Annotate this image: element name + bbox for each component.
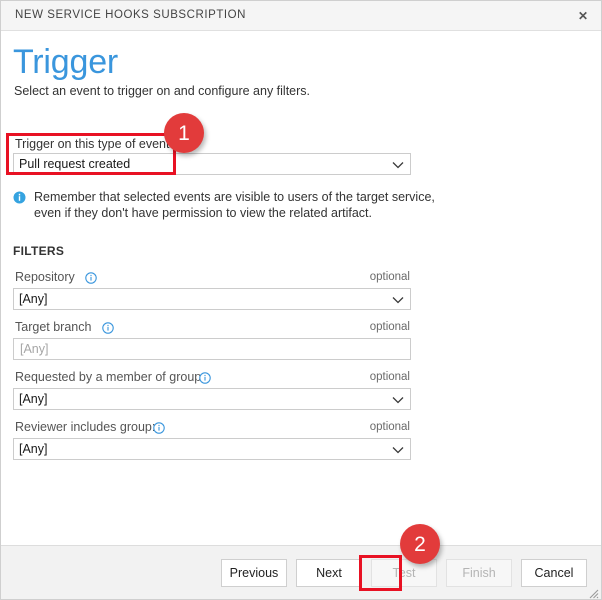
- dialog-footer: Previous Next Test Finish Cancel: [1, 545, 601, 599]
- annotation-badge-1: 1: [164, 113, 204, 153]
- annotation-badge-2: 2: [400, 524, 440, 564]
- filter-label: Reviewer includes group:: [15, 420, 156, 434]
- filter-value: [Any]: [19, 392, 48, 406]
- filters-heading: FILTERS: [13, 244, 65, 258]
- filter-textbox-target-branch[interactable]: [Any]: [13, 338, 411, 360]
- filter-optional-label: optional: [369, 421, 410, 433]
- filter-optional-label: optional: [369, 321, 410, 333]
- filter-optional-label: optional: [369, 271, 410, 283]
- filter-field-reviewer-includes-group: Reviewer includes group: optional [Any]: [13, 420, 411, 460]
- filter-label-row: Repository optional: [13, 270, 411, 288]
- filter-field-repository: Repository optional [Any]: [13, 270, 411, 310]
- info-icon: [13, 191, 26, 204]
- chevron-down-icon: [392, 160, 404, 170]
- info-icon[interactable]: [153, 422, 165, 434]
- dialog-title: NEW SERVICE HOOKS SUBSCRIPTION: [15, 9, 246, 21]
- finish-button: Finish: [446, 559, 512, 587]
- filter-label: Repository: [15, 270, 75, 284]
- chevron-down-icon: [392, 395, 404, 405]
- dialog-titlebar: NEW SERVICE HOOKS SUBSCRIPTION ✕: [1, 1, 601, 31]
- filter-value: [Any]: [19, 292, 48, 306]
- filter-field-target-branch: Target branch optional [Any]: [13, 320, 411, 360]
- page-title: Trigger: [13, 43, 119, 81]
- filter-label: Target branch: [15, 320, 92, 334]
- info-icon[interactable]: [199, 372, 211, 384]
- filter-optional-label: optional: [369, 371, 410, 383]
- chevron-down-icon: [392, 295, 404, 305]
- info-icon[interactable]: [85, 272, 97, 284]
- filter-label: Requested by a member of group:: [15, 370, 205, 384]
- filter-value: [Any]: [19, 442, 48, 456]
- footer-button-group: Previous Next Test Finish Cancel: [221, 559, 587, 587]
- previous-button[interactable]: Previous: [221, 559, 287, 587]
- filter-dropdown-reviewer-includes-group[interactable]: [Any]: [13, 438, 411, 460]
- info-note-text: Remember that selected events are visibl…: [34, 190, 435, 220]
- filter-label-row: Reviewer includes group: optional: [13, 420, 411, 438]
- trigger-event-label: Trigger on this type of event: [15, 137, 170, 151]
- next-button[interactable]: Next: [296, 559, 362, 587]
- filter-value: [Any]: [20, 342, 49, 356]
- new-service-hooks-subscription-dialog: NEW SERVICE HOOKS SUBSCRIPTION ✕ Trigger…: [0, 0, 602, 600]
- cancel-button[interactable]: Cancel: [521, 559, 587, 587]
- resize-grip-icon[interactable]: [585, 585, 599, 599]
- trigger-event-dropdown[interactable]: Pull request created: [13, 153, 411, 175]
- dialog-body: Trigger Select an event to trigger on an…: [1, 32, 601, 545]
- filter-field-requested-by-group: Requested by a member of group: optional…: [13, 370, 411, 410]
- info-icon[interactable]: [102, 322, 114, 334]
- filter-dropdown-requested-by-group[interactable]: [Any]: [13, 388, 411, 410]
- filter-dropdown-repository[interactable]: [Any]: [13, 288, 411, 310]
- trigger-event-value: Pull request created: [19, 157, 131, 171]
- test-button: Test: [371, 559, 437, 587]
- filter-label-row: Target branch optional: [13, 320, 411, 338]
- close-icon[interactable]: ✕: [571, 5, 595, 27]
- chevron-down-icon: [392, 445, 404, 455]
- page-subtitle: Select an event to trigger on and config…: [14, 84, 311, 98]
- filter-label-row: Requested by a member of group: optional: [13, 370, 411, 388]
- trigger-event-combobox[interactable]: Pull request created: [13, 153, 411, 175]
